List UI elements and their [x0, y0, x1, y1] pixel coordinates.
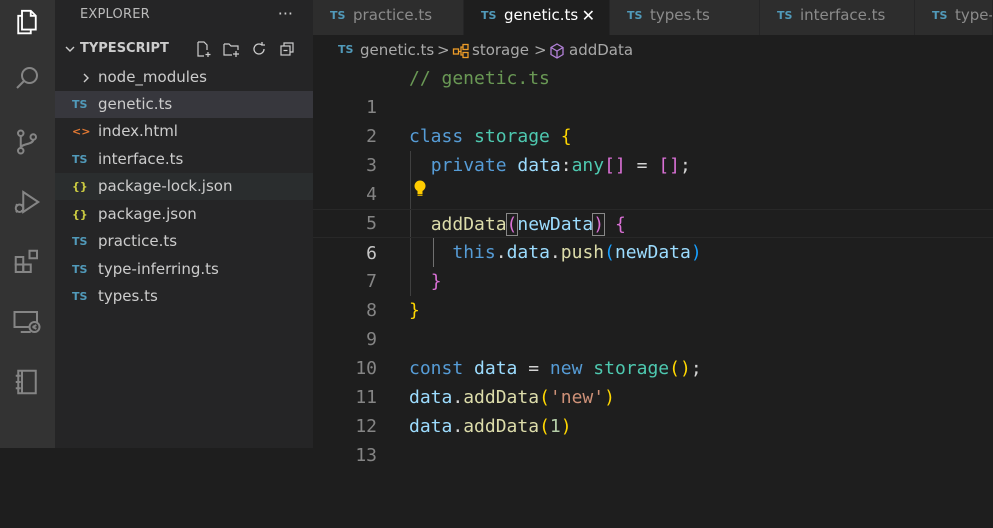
code-line: 13 data.addData(1)	[313, 412, 993, 466]
tree-file-types-ts[interactable]: TS types.ts	[55, 283, 313, 310]
chevron-right-icon	[72, 64, 94, 91]
typescript-file-icon: TS	[72, 235, 88, 248]
search-icon[interactable]	[9, 60, 45, 96]
tab-type-inferring-ts[interactable]: TS type-	[915, 0, 993, 35]
typescript-file-icon: TS	[72, 290, 88, 303]
code-line: 12 data.addData('new')	[313, 383, 993, 437]
run-debug-icon[interactable]	[9, 184, 45, 220]
class-symbol-icon	[452, 36, 470, 64]
tree-item-label: interface.ts	[98, 150, 184, 168]
source-control-icon[interactable]	[9, 124, 45, 160]
json-file-icon: {}	[72, 180, 88, 193]
breadcrumb-separator: >	[534, 41, 547, 59]
tab-practice-ts[interactable]: TS practice.ts	[313, 0, 464, 35]
tree-file-practice-ts[interactable]: TS practice.ts	[55, 228, 313, 255]
breadcrumb-file[interactable]: genetic.ts	[360, 36, 434, 64]
explorer-sidebar: EXPLORER ··· TYPESCRIPT node_modules TS …	[55, 0, 313, 448]
tab-label: interface.ts	[800, 6, 886, 24]
tree-item-label: genetic.ts	[98, 95, 173, 113]
line-number: 13	[355, 445, 377, 466]
typescript-file-icon: TS	[330, 9, 346, 22]
code-line: 2	[313, 93, 993, 147]
tab-genetic-ts[interactable]: TS genetic.ts ✕	[464, 0, 610, 35]
tree-item-label: package.json	[98, 205, 197, 223]
tree-item-label: types.ts	[98, 287, 158, 305]
remote-explorer-icon[interactable]	[9, 304, 45, 340]
workspace-name: TYPESCRIPT	[80, 41, 169, 56]
typescript-file-icon: TS	[72, 153, 88, 166]
lightbulb-icon[interactable]	[412, 179, 428, 199]
tab-label: practice.ts	[353, 6, 433, 24]
new-folder-icon[interactable]	[221, 39, 241, 59]
code-line-current: 6 addData(newData) {	[313, 209, 993, 264]
tab-label: genetic.ts	[504, 6, 579, 24]
typescript-file-icon: TS	[338, 43, 354, 56]
code-line: 8 }	[313, 267, 993, 321]
typescript-file-icon: TS	[932, 9, 948, 22]
tree-item-label: node_modules	[98, 68, 207, 86]
tree-item-label: type-inferring.ts	[98, 260, 219, 278]
explorer-icon[interactable]	[9, 4, 45, 40]
code-line: 4 private data:any[] = [];	[313, 151, 993, 205]
tab-types-ts[interactable]: TS types.ts	[610, 0, 760, 35]
tree-file-package-lock-json[interactable]: {} package-lock.json	[55, 173, 313, 200]
typescript-file-icon: TS	[72, 98, 88, 111]
extensions-icon[interactable]	[9, 244, 45, 280]
typescript-file-icon: TS	[777, 9, 793, 22]
code-line: 3 class storage {	[313, 122, 993, 176]
tab-label: types.ts	[650, 6, 710, 24]
json-file-icon: {}	[72, 208, 88, 221]
method-symbol-icon	[548, 36, 566, 64]
more-actions-icon[interactable]: ···	[278, 0, 293, 30]
tree-item-label: index.html	[98, 122, 178, 140]
typescript-file-icon: TS	[72, 263, 88, 276]
code-line: 9 }	[313, 296, 993, 350]
code-editor[interactable]: 1 // genetic.ts 2 3 class storage { 4 pr…	[313, 64, 993, 466]
tree-file-genetic-ts[interactable]: TS genetic.ts	[55, 91, 313, 118]
close-icon[interactable]: ✕	[582, 0, 595, 31]
breadcrumb-class[interactable]: storage	[472, 36, 529, 64]
breadcrumb-method[interactable]: addData	[569, 36, 633, 64]
tab-label: type-	[955, 6, 993, 24]
code-line: 7 this.data.push(newData)	[313, 238, 993, 292]
chevron-down-icon	[62, 36, 78, 62]
tree-item-label: practice.ts	[98, 232, 178, 250]
tab-interface-ts[interactable]: TS interface.ts	[760, 0, 915, 35]
tree-file-index-html[interactable]: <> index.html	[55, 118, 313, 145]
code-line: 10	[313, 325, 993, 379]
new-file-icon[interactable]	[193, 39, 213, 59]
workspace-section-header[interactable]: TYPESCRIPT	[55, 36, 313, 62]
breadcrumb-separator: >	[437, 41, 450, 59]
code-line: 11 const data = new storage();	[313, 354, 993, 408]
tree-item-label: package-lock.json	[98, 177, 233, 195]
typescript-file-icon: TS	[481, 9, 497, 22]
html-file-icon: <>	[72, 125, 91, 138]
code-line: 1 // genetic.ts	[313, 64, 993, 118]
typescript-file-icon: TS	[627, 9, 643, 22]
tree-folder-node-modules[interactable]: node_modules	[55, 64, 313, 91]
breadcrumb: TS genetic.ts > storage > addData	[313, 36, 993, 64]
collapse-all-icon[interactable]	[277, 39, 297, 59]
tree-file-interface-ts[interactable]: TS interface.ts	[55, 146, 313, 173]
explorer-title: EXPLORER	[80, 7, 150, 22]
activity-bar	[0, 0, 55, 448]
notebook-icon[interactable]	[9, 364, 45, 400]
tree-file-type-inferring-ts[interactable]: TS type-inferring.ts	[55, 256, 313, 283]
tree-file-package-json[interactable]: {} package.json	[55, 201, 313, 228]
refresh-icon[interactable]	[249, 39, 269, 59]
editor-tab-bar: TS practice.ts TS genetic.ts ✕ TS types.…	[313, 0, 993, 35]
